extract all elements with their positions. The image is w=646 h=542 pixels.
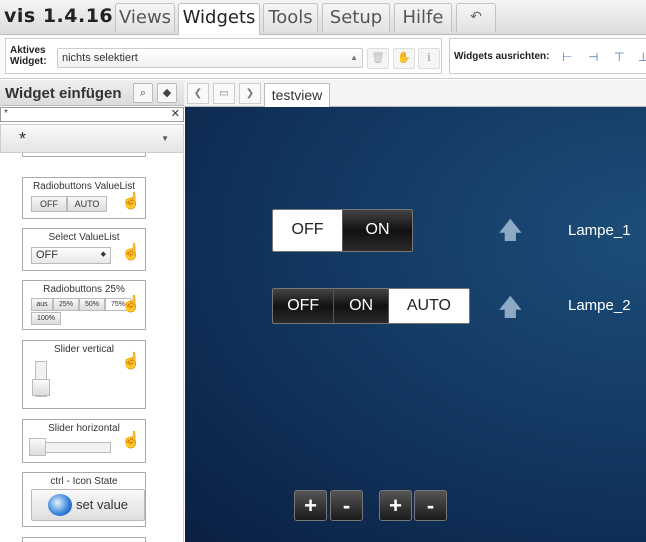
mini-25-button: 25% — [53, 298, 79, 311]
hand-pointer-icon: ☝ — [121, 353, 141, 370]
align-widgets-label: Widgets ausrichten: — [454, 51, 550, 62]
palette-card-title: ctrl - Icon State — [50, 476, 118, 487]
mini-aus-button: aus — [31, 298, 53, 311]
increment-button[interactable]: + — [379, 490, 412, 521]
bulb-icon: 🡅 — [498, 217, 523, 244]
next-view-button[interactable]: ❯ — [239, 83, 261, 104]
mini-off-button: OFF — [31, 196, 67, 212]
align-bottom-icon[interactable]: ⊥ — [638, 50, 646, 64]
mini-select-value: OFF — [36, 249, 58, 261]
tag-icon: ◆ — [162, 87, 172, 99]
tab-widgets[interactable]: Widgets — [178, 3, 260, 35]
lamp2-off-button[interactable]: OFF — [273, 289, 335, 323]
lamp1-switch[interactable]: OFF ON — [272, 209, 413, 252]
palette-card-slider-vertical[interactable]: Slider vertical ☝ — [22, 340, 146, 409]
mini-set-value-label: set value — [76, 497, 129, 512]
mini-auto-button: AUTO — [67, 196, 107, 212]
clear-filter-icon[interactable]: ✕ — [171, 108, 180, 120]
globe-icon — [48, 494, 72, 516]
palette-card-select-valuelist[interactable]: Select ValueList OFF ◆ ☝ — [22, 228, 146, 271]
active-widget-label: Aktives Widget: — [10, 45, 47, 67]
hand-pointer-icon: ☝ — [121, 193, 141, 210]
chevron-left-icon: ❮ — [193, 88, 203, 99]
search-widget-button[interactable]: ⌕ — [133, 83, 153, 103]
tab-setup[interactable]: Setup — [322, 3, 390, 32]
active-widget-group: Aktives Widget: nichts selektiert ▲ 🗑 ✋ ℹ — [5, 38, 442, 74]
chevron-down-icon: ▼ — [161, 134, 169, 143]
hand-pointer-icon: ☝ — [121, 296, 141, 313]
hand-pointer-icon: ☝ — [121, 244, 141, 261]
copy-view-button[interactable]: ▭ — [213, 83, 235, 104]
palette-card-partial[interactable] — [22, 537, 146, 542]
vis-editor: vis 1.4.16 Views Widgets Tools Setup Hil… — [0, 0, 646, 542]
bulb-icon: 🡅 — [498, 294, 523, 321]
lamp1-on-button[interactable]: ON — [343, 210, 412, 251]
updown-icon: ◆ — [100, 251, 106, 258]
mini-100-button: 100% — [31, 312, 61, 325]
search-icon: ⌕ — [139, 87, 147, 99]
palette-card-radiobuttons-25[interactable]: Radiobuttons 25% aus 25% 50% 75% 100% ☝ — [22, 280, 146, 330]
palette-card-slider-horizontal[interactable]: Slider horizontal ☝ — [22, 419, 146, 463]
widget-palette: Radiobuttons ValueList OFF AUTO ☝ Select… — [0, 153, 184, 542]
palette-card-radiobuttons-valuelist[interactable]: Radiobuttons ValueList OFF AUTO ☝ — [22, 177, 146, 219]
chevron-right-icon: ❯ — [245, 88, 255, 99]
app-title: vis 1.4.16 — [4, 5, 114, 27]
view-tab-bar: ❮ ▭ ❯ testview — [184, 80, 646, 107]
tag-filter-button[interactable]: ◆ — [157, 83, 177, 103]
mini-horizontal-handle — [29, 438, 46, 456]
tab-hilfe[interactable]: Hilfe — [394, 3, 452, 32]
mini-vertical-handle — [32, 379, 50, 396]
widget-toolbar: Aktives Widget: nichts selektiert ▲ 🗑 ✋ ℹ… — [0, 35, 646, 79]
delete-widget-button[interactable]: 🗑 — [367, 48, 389, 69]
previous-view-button[interactable]: ❮ — [187, 83, 209, 104]
lamp1-label: Lampe_1 — [568, 222, 631, 239]
mini-select: OFF ◆ — [31, 247, 111, 264]
select-arrow-icon: ▲ — [350, 53, 358, 62]
widget-set-value: * — [19, 129, 27, 149]
tab-views[interactable]: Views — [115, 3, 175, 32]
undo-icon: ↶ — [470, 9, 482, 25]
view-canvas[interactable]: OFF ON 🡅 Lampe_1 OFF ON AUTO 🡅 Lampe_2 +… — [185, 107, 646, 542]
align-right-icon[interactable]: ⊣ — [588, 50, 598, 64]
lamp2-auto-button[interactable]: AUTO — [388, 289, 469, 323]
mini-set-value-button: set value — [31, 489, 145, 521]
active-widget-select[interactable]: nichts selektiert ▲ — [57, 48, 363, 68]
decrement-button[interactable]: - — [330, 490, 363, 521]
palette-card-partial[interactable] — [22, 153, 146, 157]
align-left-icon[interactable]: ⊢ — [562, 50, 572, 64]
lamp2-switch[interactable]: OFF ON AUTO — [272, 288, 470, 324]
widget-set-select[interactable]: * ▼ — [0, 124, 184, 153]
filter-value: * — [4, 108, 8, 119]
trash-icon: 🗑 — [371, 52, 385, 64]
hand-icon: ✋ — [397, 52, 411, 64]
palette-card-icon-state[interactable]: ctrl - Icon State set value — [22, 472, 146, 527]
hand-pointer-icon: ☝ — [121, 432, 141, 449]
tab-testview[interactable]: testview — [264, 83, 330, 107]
increment-button[interactable]: + — [294, 490, 327, 521]
undo-button[interactable]: ↶ — [456, 3, 496, 32]
lamp1-off-button[interactable]: OFF — [273, 210, 343, 251]
lamp2-on-button[interactable]: ON — [334, 289, 389, 323]
active-widget-value: nichts selektiert — [62, 52, 138, 64]
widget-palette-title: Widget einfügen — [5, 85, 122, 102]
mini-50-button: 50% — [79, 298, 105, 311]
widget-palette-header: Widget einfügen ⌕ ◆ — [0, 80, 184, 106]
tab-tools[interactable]: Tools — [263, 3, 318, 32]
info-icon: ℹ — [426, 52, 432, 64]
align-widgets-group: Widgets ausrichten: ⊢ ⊣ ⊤ ⊥ — [449, 38, 646, 74]
main-menu-bar: vis 1.4.16 Views Widgets Tools Setup Hil… — [0, 0, 646, 35]
widget-info-button[interactable]: ℹ — [418, 48, 440, 69]
decrement-button[interactable]: - — [414, 490, 447, 521]
align-top-icon[interactable]: ⊤ — [614, 50, 624, 64]
lock-widget-button[interactable]: ✋ — [393, 48, 415, 69]
lamp2-label: Lampe_2 — [568, 297, 631, 314]
clipboard-icon: ▭ — [219, 88, 229, 99]
widget-filter-input[interactable]: * ✕ — [0, 107, 184, 122]
